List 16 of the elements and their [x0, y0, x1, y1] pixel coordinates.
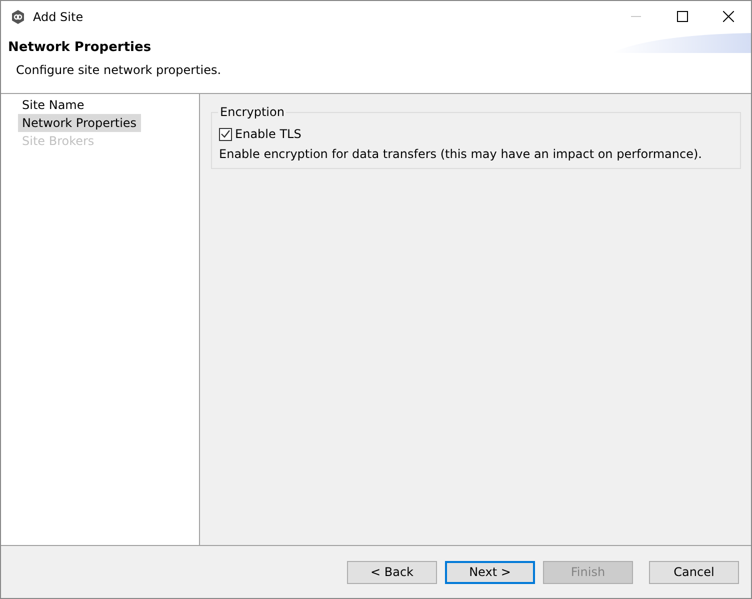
page-title: Network Properties: [8, 40, 152, 55]
wizard-button[interactable]: Cancel: [649, 560, 739, 584]
group-title: Encryption: [218, 105, 286, 119]
checkbox[interactable]: [219, 128, 232, 140]
wizard-step[interactable]: Network Properties: [18, 114, 141, 132]
close-icon: [722, 11, 734, 22]
maximize-icon: [676, 11, 688, 22]
app-logo-icon: [11, 10, 25, 24]
wizard-button[interactable]: Next >: [445, 560, 535, 584]
wizard-step[interactable]: Site Name: [18, 96, 88, 114]
window-title: Add Site: [33, 10, 84, 24]
description-text: Enable encryption for data transfers (this may have an impact on performance).: [219, 147, 702, 161]
page-subtitle: Configure site network properties.: [16, 63, 222, 77]
wizard-button[interactable]: < Back: [347, 560, 437, 584]
checkbox-label: Enable TLS: [235, 127, 302, 141]
minimize-icon: [631, 16, 641, 17]
